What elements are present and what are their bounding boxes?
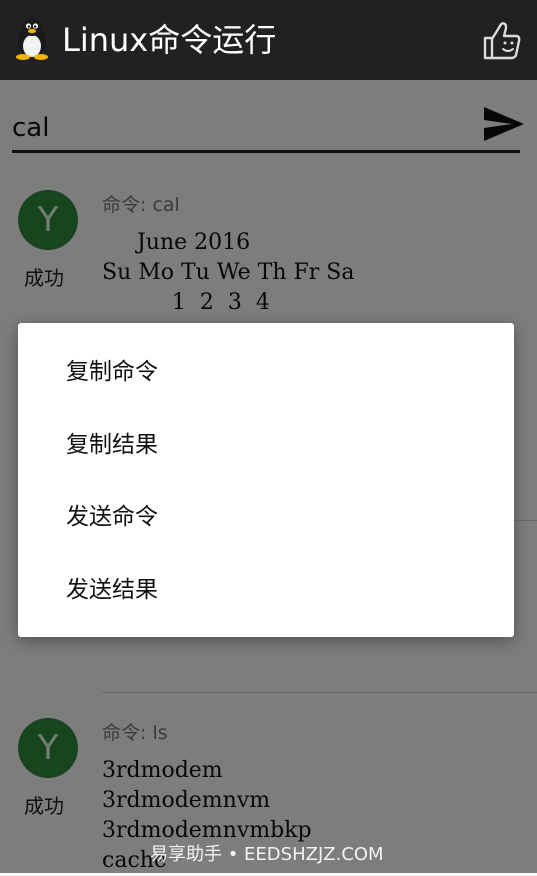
- thumbs-up-icon[interactable]: [480, 18, 524, 62]
- menu-item-send-command[interactable]: 发送命令: [66, 493, 486, 541]
- watermark: 易享助手 • EEDSHZJZ.COM: [150, 844, 384, 865]
- app-title: Linux命令运行: [62, 21, 277, 59]
- app-bar: Linux命令运行: [0, 0, 537, 80]
- context-menu-dialog: 复制命令 复制结果 发送命令 发送结果: [18, 323, 514, 637]
- menu-item-copy-command[interactable]: 复制命令: [66, 348, 486, 396]
- menu-item-copy-result[interactable]: 复制结果: [66, 421, 486, 469]
- tux-logo-icon: [16, 18, 48, 60]
- menu-item-send-result[interactable]: 发送结果: [66, 566, 486, 614]
